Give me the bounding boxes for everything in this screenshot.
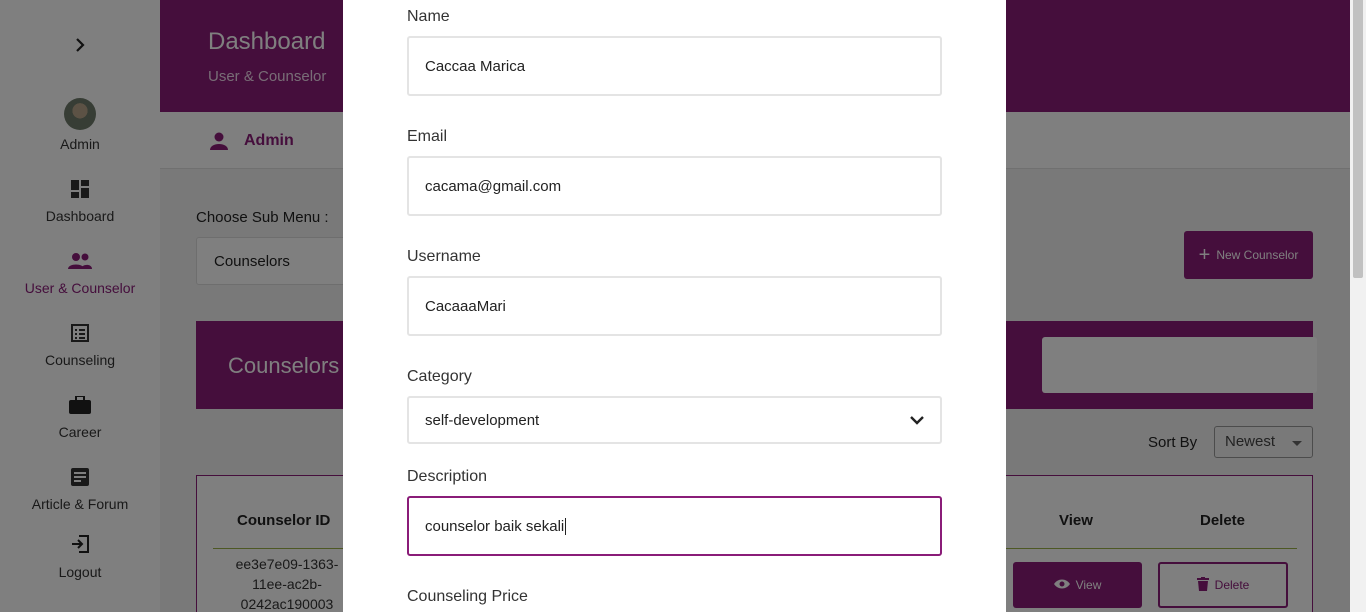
counseling-price-label: Counseling Price — [407, 588, 528, 605]
counselor-form-modal: Name Caccaa Marica Email cacama@gmail.co… — [343, 0, 1006, 612]
email-label: Email — [407, 128, 448, 145]
category-value: self-development — [425, 411, 540, 429]
chevron-down-icon — [910, 412, 924, 429]
description-field[interactable]: counselor baik sekali — [407, 496, 942, 556]
scrollbar-thumb[interactable] — [1353, 0, 1363, 278]
page-scrollbar[interactable] — [1350, 0, 1366, 612]
email-field[interactable]: cacama@gmail.com — [407, 156, 942, 216]
name-field[interactable]: Caccaa Marica — [407, 36, 942, 96]
username-label: Username — [407, 248, 481, 265]
description-value: counselor baik sekali — [425, 517, 565, 535]
category-select[interactable]: self-development — [407, 396, 942, 444]
username-field[interactable]: CacaaaMari — [407, 276, 942, 336]
name-label: Name — [407, 8, 450, 25]
description-label: Description — [407, 468, 488, 485]
text-cursor — [565, 517, 567, 535]
category-label: Category — [407, 368, 472, 385]
